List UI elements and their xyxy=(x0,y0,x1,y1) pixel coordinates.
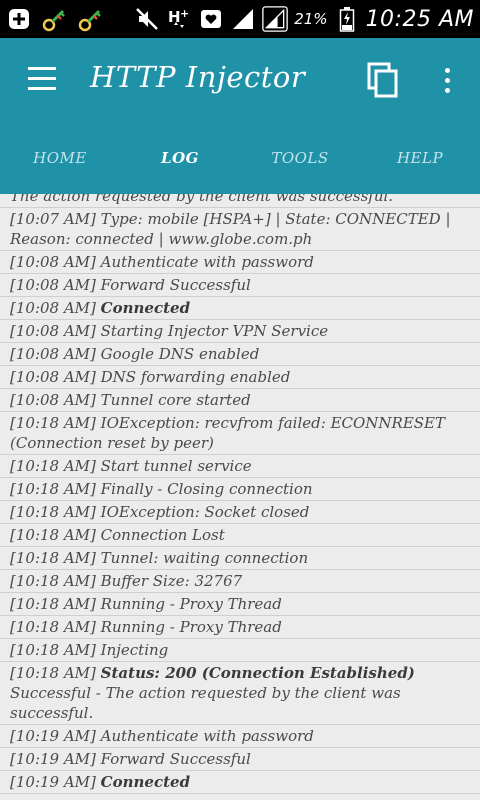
battery-percent: 21% xyxy=(294,10,328,28)
tab-home[interactable]: HOME xyxy=(0,122,120,194)
log-entry: [10:08 AM] Starting Injector VPN Service xyxy=(0,320,480,343)
log-entry: [10:18 AM] Start tunnel service xyxy=(0,455,480,478)
log-entry: [10:18 AM] Connection Lost xyxy=(0,524,480,547)
log-entry-prefix: [10:19 AM] xyxy=(10,773,101,791)
log-entry: [10:18 AM] Buffer Size: 32767 xyxy=(0,570,480,593)
hplus-data-icon: H + xyxy=(166,6,192,32)
log-entry-prefix: [10:18 AM] xyxy=(10,664,101,682)
log-entry: [10:19 AM] Forward Successful xyxy=(0,748,480,771)
log-entry: [10:08 AM] Tunnel core started xyxy=(0,389,480,412)
svg-text:+: + xyxy=(180,7,189,20)
log-entry-highlight: Connected xyxy=(100,773,191,791)
log-entry-prefix: [10:08 AM] xyxy=(10,299,101,317)
log-entry: [10:08 AM] Forward Successful xyxy=(0,274,480,297)
log-entry-suffix: Successful - The action requested by the… xyxy=(10,684,401,722)
tab-log[interactable]: LOG xyxy=(120,122,240,194)
app-title: HTTP Injector xyxy=(90,60,306,94)
log-entry: [10:08 AM] Authenticate with password xyxy=(0,251,480,274)
copy-icon[interactable] xyxy=(365,62,401,98)
log-entry: [10:07 AM] Type: mobile [HSPA+] | State:… xyxy=(0,208,480,251)
log-entry: [10:18 AM] Injecting xyxy=(0,639,480,662)
log-entry: [10:19 AM] Authenticate with password xyxy=(0,725,480,748)
log-entry: [10:18 AM] Finally - Closing connection xyxy=(0,478,480,501)
tab-bar: HOME LOG TOOLS HELP xyxy=(0,122,480,194)
svg-text:H: H xyxy=(168,8,181,26)
tab-help[interactable]: HELP xyxy=(360,122,480,194)
log-entry: [10:18 AM] Tunnel: waiting connection xyxy=(0,547,480,570)
log-entry: [10:08 AM] Google DNS enabled xyxy=(0,343,480,366)
log-entry: [10:18 AM] IOException: recvfrom failed:… xyxy=(0,412,480,455)
app-bar: HTTP Injector xyxy=(0,38,480,122)
log-entry: [10:18 AM] Status: 200 (Connection Estab… xyxy=(0,662,480,725)
log-entry-highlight: Connected xyxy=(100,299,191,317)
tab-tools[interactable]: TOOLS xyxy=(240,122,360,194)
log-list[interactable]: The action requested by the client was s… xyxy=(0,194,480,800)
mute-icon xyxy=(134,6,160,32)
menu-icon[interactable] xyxy=(28,67,56,91)
log-entry: [10:18 AM] Running - Proxy Thread xyxy=(0,616,480,639)
heart-icon xyxy=(198,6,224,32)
signal-icon xyxy=(262,6,289,32)
log-content: The action requested by the client was s… xyxy=(0,194,480,794)
log-entry: [10:18 AM] Running - Proxy Thread xyxy=(0,593,480,616)
more-options-icon[interactable] xyxy=(434,62,460,98)
log-entry: [10:08 AM] DNS forwarding enabled xyxy=(0,366,480,389)
log-entry-highlight: Status: 200 (Connection Established) xyxy=(100,664,415,682)
key-icon xyxy=(78,6,104,32)
log-entry: The action requested by the client was s… xyxy=(0,194,480,208)
battery-icon xyxy=(334,6,360,32)
status-bar: H + 21% 10:25 AM xyxy=(0,0,480,38)
clock: 10:25 AM xyxy=(365,6,474,32)
signal-icon xyxy=(230,6,256,32)
plus-notification-icon xyxy=(6,6,32,32)
log-entry: [10:19 AM] Connected xyxy=(0,771,480,794)
log-entry: [10:08 AM] Connected xyxy=(0,297,480,320)
log-entry: [10:18 AM] IOException: Socket closed xyxy=(0,501,480,524)
key-icon xyxy=(42,6,68,32)
